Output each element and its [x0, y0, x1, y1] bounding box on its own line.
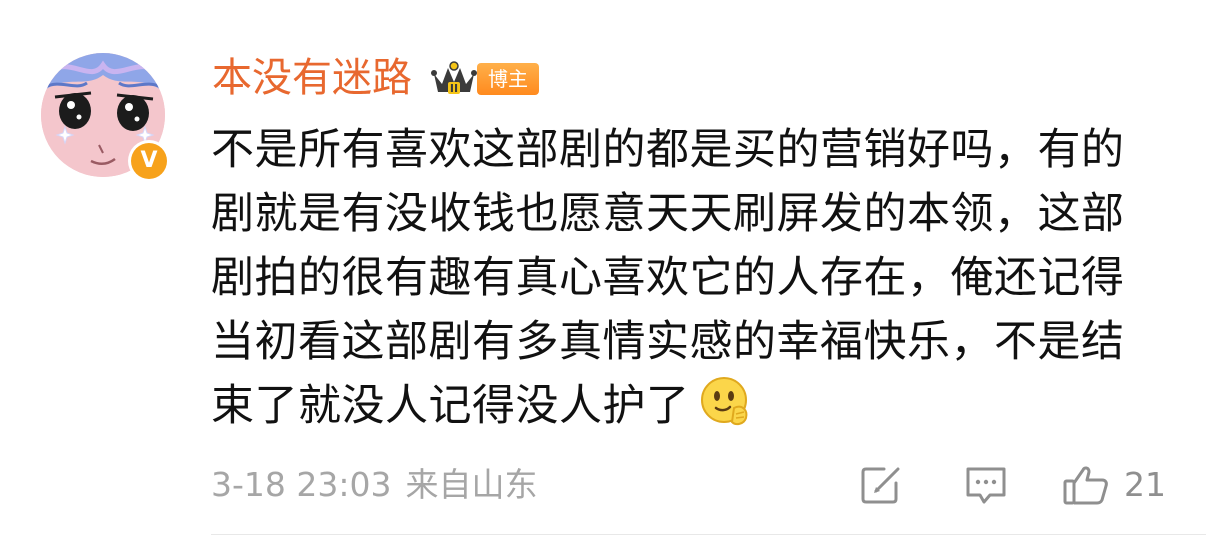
comment-text: 不是所有喜欢这部剧的都是买的营销好吗，有的 剧就是有没收钱也愿意天天刷屏发的本领…: [211, 118, 1156, 438]
comment-line: 剧拍的很有趣有真心喜欢它的人存在，俺还记得: [211, 253, 1125, 303]
thinking-smile-emoji-icon: [698, 374, 754, 430]
reply-button[interactable]: [964, 462, 1008, 508]
comment-line-last: 束了就没人记得没人护了: [211, 374, 1156, 438]
thumbs-up-icon: [1062, 464, 1110, 506]
comment-item: V 本没有迷路 II 博主 不是所有喜欢这部剧的都是买的营销好吗，有的 剧就是有…: [0, 0, 1206, 538]
comment-line: 束了就没人记得没人护了: [211, 381, 690, 431]
verified-v-mark: V: [131, 143, 167, 179]
username[interactable]: 本没有迷路: [212, 52, 412, 104]
like-count: 21: [1124, 465, 1166, 504]
author-tag: 博主: [477, 63, 539, 95]
comment-line: 剧就是有没收钱也愿意天天刷屏发的本领，这部: [211, 189, 1125, 239]
comment-line: 不是所有喜欢这部剧的都是买的营销好吗，有的: [211, 125, 1125, 175]
comment-line: 当初看这部剧有多真情实感的幸福快乐，不是结: [211, 317, 1125, 367]
crown-level-icon: II: [430, 60, 478, 98]
comment-meta: 3-18 23:03 来自山东: [211, 462, 538, 508]
location-source: 来自山东: [405, 465, 538, 504]
comment-bubble-icon: [964, 465, 1008, 505]
timestamp: 3-18 23:03: [211, 465, 392, 504]
like-button[interactable]: 21: [1062, 462, 1166, 508]
verified-badge: V: [128, 140, 170, 182]
level-mark: II: [450, 82, 458, 95]
repost-button[interactable]: [860, 462, 904, 508]
divider: [211, 534, 1206, 535]
edit-square-icon: [860, 465, 904, 505]
